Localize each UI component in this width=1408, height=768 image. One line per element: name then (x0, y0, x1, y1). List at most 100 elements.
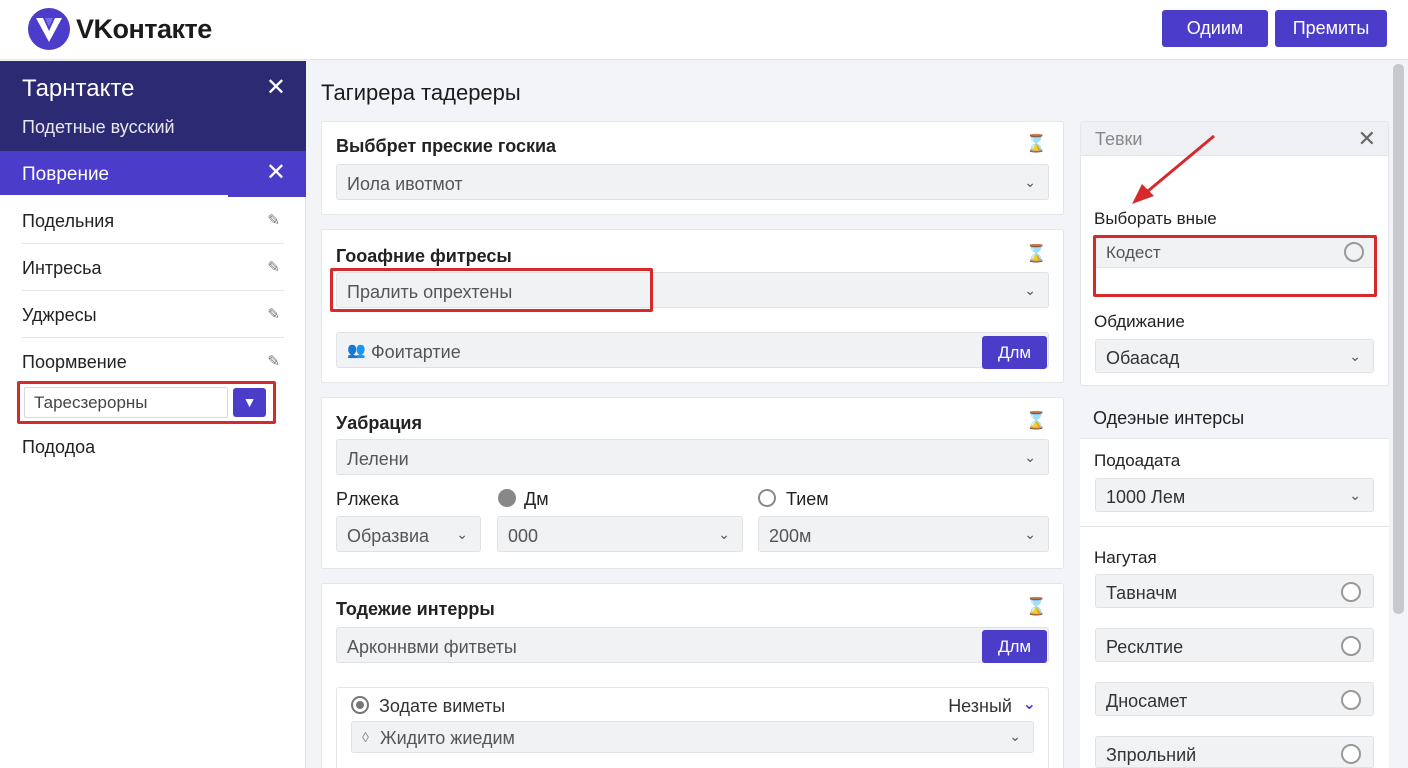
header-secondary-button[interactable]: Премиты (1275, 10, 1387, 47)
input-value: Арконнвми фитветы (347, 637, 517, 657)
card-title: Выббрет преские госкиа (336, 136, 557, 156)
chevron-down-icon: ⌄ (1024, 526, 1036, 542)
sidebar-header: Тарнтакте Подетные вусский ✕ (0, 61, 306, 151)
option-label: Ресклтие (1106, 637, 1184, 657)
select-value: 1000 Лем (1106, 487, 1186, 507)
option-item[interactable]: Зпрольний (1095, 736, 1374, 768)
select-value: Жидито жиедим (380, 728, 515, 748)
radio-button[interactable] (1341, 690, 1361, 710)
close-icon[interactable]: ✕ (266, 75, 286, 101)
highlight-box: Кодест (1093, 235, 1377, 297)
option-item[interactable]: Тавначм (1095, 574, 1374, 608)
section-title: Одеэные интерсы (1093, 408, 1245, 428)
sidebar-item-active[interactable]: Поврение ✕ (0, 151, 306, 197)
text-input-with-button[interactable]: Фоитартие 👥 (336, 332, 1049, 368)
field-label: Рлжека (336, 489, 399, 509)
radio-label: Зодате виметы (379, 696, 506, 716)
select-value: 200м (769, 526, 812, 546)
option-item[interactable]: Дносамет (1095, 682, 1374, 716)
chevron-down-icon: ⌄ (1024, 449, 1036, 465)
text-input-with-button[interactable]: Арконнвми фитветы (336, 627, 1049, 663)
card-2: Гооафние фитресы ⌛ Прaлить опрехтены ⌄ Ф… (321, 229, 1064, 383)
radio-button[interactable] (1341, 636, 1361, 656)
sidebar-item-last[interactable]: Пододоа (22, 437, 95, 458)
text-input[interactable]: Кодест (1096, 238, 1374, 268)
select-field[interactable]: Обаасад ⌄ (1095, 339, 1374, 373)
radio-button[interactable] (1341, 582, 1361, 602)
select-field[interactable]: Лелени ⌄ (336, 439, 1049, 475)
sidebar-item-label: Поормвение (22, 352, 127, 372)
select-value: Обаасад (1106, 348, 1180, 368)
select-value: Иола ивотмот (347, 174, 463, 194)
close-icon[interactable]: ✕ (266, 160, 286, 186)
close-icon[interactable]: ✕ (1358, 126, 1376, 152)
select-field[interactable]: 1000 Лем ⌄ (1095, 478, 1374, 512)
select-value: Образвиа (347, 526, 430, 546)
pencil-icon[interactable]: ✎ (267, 305, 280, 323)
chevron-down-icon: ⌄ (456, 526, 468, 542)
top-bar: VKонтакте Одиим Премиты (0, 0, 1408, 60)
option-label: Зпрольний (1106, 745, 1197, 765)
option-label: Тавначм (1106, 583, 1178, 603)
field-label: Нагутая (1094, 548, 1157, 567)
select-field[interactable]: 200м ⌄ (758, 516, 1049, 552)
right-panel-card: Тевки ✕ Выборать вные Кодест Обдижание О… (1080, 121, 1389, 386)
highlight-box (330, 268, 653, 312)
highlighted-input-group: ▼ (17, 381, 276, 424)
select-field[interactable]: Образвиа ⌄ (336, 516, 481, 552)
users-icon: 👥 (347, 342, 366, 359)
sidebar-item[interactable]: Поормвение ✎ (22, 338, 284, 385)
select-field[interactable]: 000 ⌄ (497, 516, 743, 552)
pencil-icon[interactable]: ✎ (267, 211, 280, 229)
option-item[interactable]: Ресклтие (1095, 628, 1374, 662)
card-title: Тодежие интерры (336, 599, 495, 619)
sidebar-item[interactable]: Интресьа ✎ (22, 244, 284, 291)
sidebar-subtitle: Подетные вусский (22, 117, 175, 137)
select-field[interactable]: ◊ Жидито жиедим ⌄ (351, 721, 1034, 753)
field-label: Подоадата (1094, 451, 1181, 470)
page-title: Тагирера тадереры (321, 80, 521, 105)
hourglass-icon[interactable]: ⌛ (1026, 411, 1047, 431)
radio-button[interactable] (758, 489, 776, 507)
hourglass-icon[interactable]: ⌛ (1026, 134, 1047, 154)
chevron-down-icon[interactable]: ▼ (233, 388, 266, 417)
pencil-icon[interactable]: ✎ (267, 352, 280, 370)
sidebar-input[interactable] (24, 387, 228, 418)
radio-button-selected[interactable] (351, 696, 369, 714)
header-primary-button[interactable]: Одиим (1162, 10, 1268, 47)
chevron-down-icon: ⌄ (1009, 728, 1021, 744)
chevron-down-icon[interactable]: ⌄ (1023, 694, 1036, 714)
field-label: Выборать вные (1094, 209, 1217, 228)
sidebar-title: Тарнтакте (22, 75, 135, 102)
chevron-down-icon: ⌄ (718, 526, 730, 542)
right-panel-group: Подоадата 1000 Лем ⌄ (1080, 438, 1389, 526)
add-button[interactable]: Длм (982, 336, 1047, 369)
card-1: Выббрет преские госкиа ⌛ Иола ивотмот ⌄ (321, 121, 1064, 215)
sidebar-item[interactable]: Уджресы ✎ (22, 291, 284, 338)
add-button[interactable]: Длм (982, 630, 1047, 663)
brand-name: VKонтакте (76, 14, 212, 44)
chevron-down-icon: ⌄ (1349, 348, 1361, 364)
select-field[interactable]: Иола ивотмот ⌄ (336, 164, 1049, 200)
arrow-annotation-icon (1132, 134, 1215, 204)
radio-button-selected[interactable] (498, 489, 516, 507)
select-value: 000 (508, 526, 539, 546)
card-3: Уабрация ⌛ Лелени ⌄ Рлжека Дм Тием Образ… (321, 397, 1064, 569)
nested-panel: Зодате виметы Незный ⌄ ◊ Жидито жиедим ⌄ (336, 687, 1049, 768)
hourglass-icon[interactable]: ⌛ (1026, 597, 1047, 617)
sidebar: Тарнтакте Подетные вусский ✕ Поврение ✕ … (0, 61, 306, 768)
sidebar-item[interactable]: Подельния ✎ (22, 197, 284, 244)
radio-button[interactable] (1344, 242, 1364, 262)
radio-button[interactable] (1341, 744, 1361, 764)
dropdown-label[interactable]: Незный (948, 696, 1012, 717)
sidebar-item-label: Поврение (22, 164, 110, 185)
drop-icon: ◊ (362, 729, 369, 745)
scrollbar[interactable] (1393, 64, 1404, 614)
pencil-icon[interactable]: ✎ (267, 258, 280, 276)
vk-logo-icon[interactable] (28, 8, 70, 50)
radio-label: Дм (524, 489, 549, 509)
field-label: Обдижание (1094, 312, 1185, 331)
select-value: Лелени (347, 449, 409, 469)
card-title: Гооафние фитресы (336, 246, 512, 266)
hourglass-icon[interactable]: ⌛ (1026, 244, 1047, 264)
